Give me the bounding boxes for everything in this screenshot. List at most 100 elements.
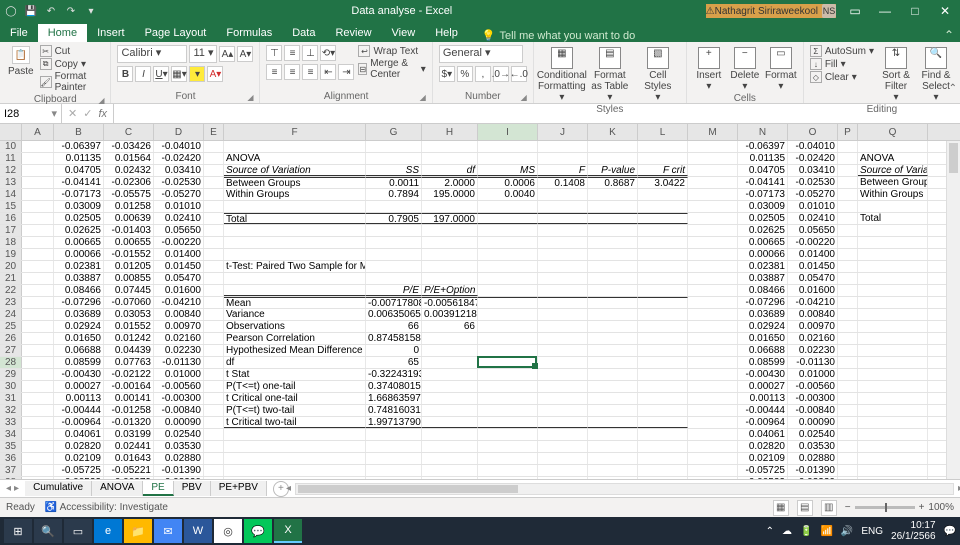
cell[interactable]: [858, 465, 928, 476]
excel-app[interactable]: X: [274, 519, 302, 543]
cell[interactable]: [638, 357, 688, 368]
cell[interactable]: Between Groups: [858, 177, 928, 188]
cell[interactable]: [858, 369, 928, 380]
cell[interactable]: 0.07445: [104, 285, 154, 296]
cell[interactable]: -0.00300: [154, 393, 204, 404]
cell[interactable]: Pearson Correlation: [224, 333, 366, 344]
cell[interactable]: 0.7905: [366, 213, 422, 224]
cell[interactable]: [478, 141, 538, 152]
cell[interactable]: [366, 225, 422, 236]
cell[interactable]: [838, 381, 858, 392]
row-header[interactable]: 38: [0, 477, 22, 479]
name-box[interactable]: I28 ▾: [0, 104, 62, 123]
row-header[interactable]: 15: [0, 201, 22, 212]
cell[interactable]: [538, 345, 588, 356]
cell[interactable]: [858, 405, 928, 416]
cell[interactable]: [638, 393, 688, 404]
cell[interactable]: 0.00379: [104, 477, 154, 479]
tab-data[interactable]: Data: [282, 24, 325, 42]
cell[interactable]: [838, 309, 858, 320]
cell[interactable]: [588, 273, 638, 284]
cell[interactable]: 0.02230: [154, 345, 204, 356]
cell[interactable]: 0.03009: [738, 201, 788, 212]
cell[interactable]: [22, 273, 54, 284]
align-top-icon[interactable]: ⊤: [266, 45, 282, 61]
cell[interactable]: -0.00560: [788, 381, 838, 392]
cell[interactable]: [478, 201, 538, 212]
cell[interactable]: [478, 237, 538, 248]
sheet-tab-pe+pbv[interactable]: PE+PBV: [211, 481, 267, 496]
find-select-button[interactable]: 🔍Find & Select▾: [918, 45, 954, 103]
cell[interactable]: [478, 321, 538, 332]
cell[interactable]: [204, 285, 224, 296]
cell[interactable]: 66: [366, 321, 422, 332]
cell[interactable]: t Critical two-tail: [224, 417, 366, 428]
cell[interactable]: 0.00141: [104, 393, 154, 404]
cell[interactable]: [838, 357, 858, 368]
cell[interactable]: -0.00840: [788, 405, 838, 416]
chrome-app[interactable]: ◎: [214, 519, 242, 543]
cell[interactable]: SS: [366, 165, 422, 176]
cell[interactable]: P-value: [588, 165, 638, 176]
view-page-break-icon[interactable]: ▥: [821, 500, 837, 516]
cell[interactable]: [688, 429, 738, 440]
cell[interactable]: [366, 237, 422, 248]
tab-help[interactable]: Help: [425, 24, 468, 42]
cell[interactable]: [588, 429, 638, 440]
cell[interactable]: 0.02505: [738, 213, 788, 224]
cell[interactable]: [478, 309, 538, 320]
row-header[interactable]: 16: [0, 213, 22, 224]
cell[interactable]: [22, 381, 54, 392]
cell[interactable]: 0.00655: [104, 237, 154, 248]
cell[interactable]: 0.003912182: [422, 309, 478, 320]
cell[interactable]: -0.04141: [54, 177, 104, 188]
cell[interactable]: -0.05725: [54, 465, 104, 476]
cell[interactable]: [224, 465, 366, 476]
cell[interactable]: [22, 189, 54, 200]
cell[interactable]: [538, 297, 588, 308]
cell[interactable]: 1.668635976: [366, 393, 422, 404]
cell[interactable]: [588, 225, 638, 236]
dec-decimal-icon[interactable]: ←.0: [511, 66, 527, 82]
cell[interactable]: 0.04439: [104, 345, 154, 356]
cell[interactable]: 0.03689: [738, 309, 788, 320]
cell[interactable]: 0.02505: [54, 213, 104, 224]
cell[interactable]: Between Groups: [224, 177, 366, 188]
cell[interactable]: -0.00840: [154, 405, 204, 416]
cell[interactable]: -0.00964: [54, 417, 104, 428]
cell[interactable]: 0.02381: [738, 261, 788, 272]
cell[interactable]: 0.01258: [104, 201, 154, 212]
cell[interactable]: [478, 393, 538, 404]
cell[interactable]: 0.02820: [738, 441, 788, 452]
column-header-E[interactable]: E: [204, 124, 224, 140]
cell[interactable]: [204, 381, 224, 392]
percent-icon[interactable]: %: [457, 66, 473, 82]
select-all-corner[interactable]: [0, 124, 22, 140]
cell[interactable]: [478, 297, 538, 308]
column-header-H[interactable]: H: [422, 124, 478, 140]
cell[interactable]: [22, 153, 54, 164]
cell[interactable]: [858, 429, 928, 440]
cell[interactable]: 0.07763: [104, 357, 154, 368]
cell[interactable]: [638, 153, 688, 164]
cell[interactable]: 0.01010: [788, 201, 838, 212]
cell[interactable]: [838, 453, 858, 464]
column-header-N[interactable]: N: [738, 124, 788, 140]
cell[interactable]: [838, 369, 858, 380]
cell[interactable]: -0.06397: [738, 141, 788, 152]
cell[interactable]: [838, 333, 858, 344]
cell[interactable]: [22, 405, 54, 416]
cell[interactable]: -0.01320: [104, 417, 154, 428]
cell[interactable]: [204, 189, 224, 200]
cell[interactable]: -0.00560: [154, 381, 204, 392]
cell[interactable]: [688, 177, 738, 188]
row-header[interactable]: 32: [0, 405, 22, 416]
cell[interactable]: [422, 381, 478, 392]
cell[interactable]: 0.03009: [54, 201, 104, 212]
redo-icon[interactable]: ↷: [64, 4, 78, 18]
cell[interactable]: [588, 261, 638, 272]
cell[interactable]: [224, 249, 366, 260]
cell[interactable]: -0.01403: [104, 225, 154, 236]
cell[interactable]: [688, 345, 738, 356]
cell[interactable]: [688, 477, 738, 479]
